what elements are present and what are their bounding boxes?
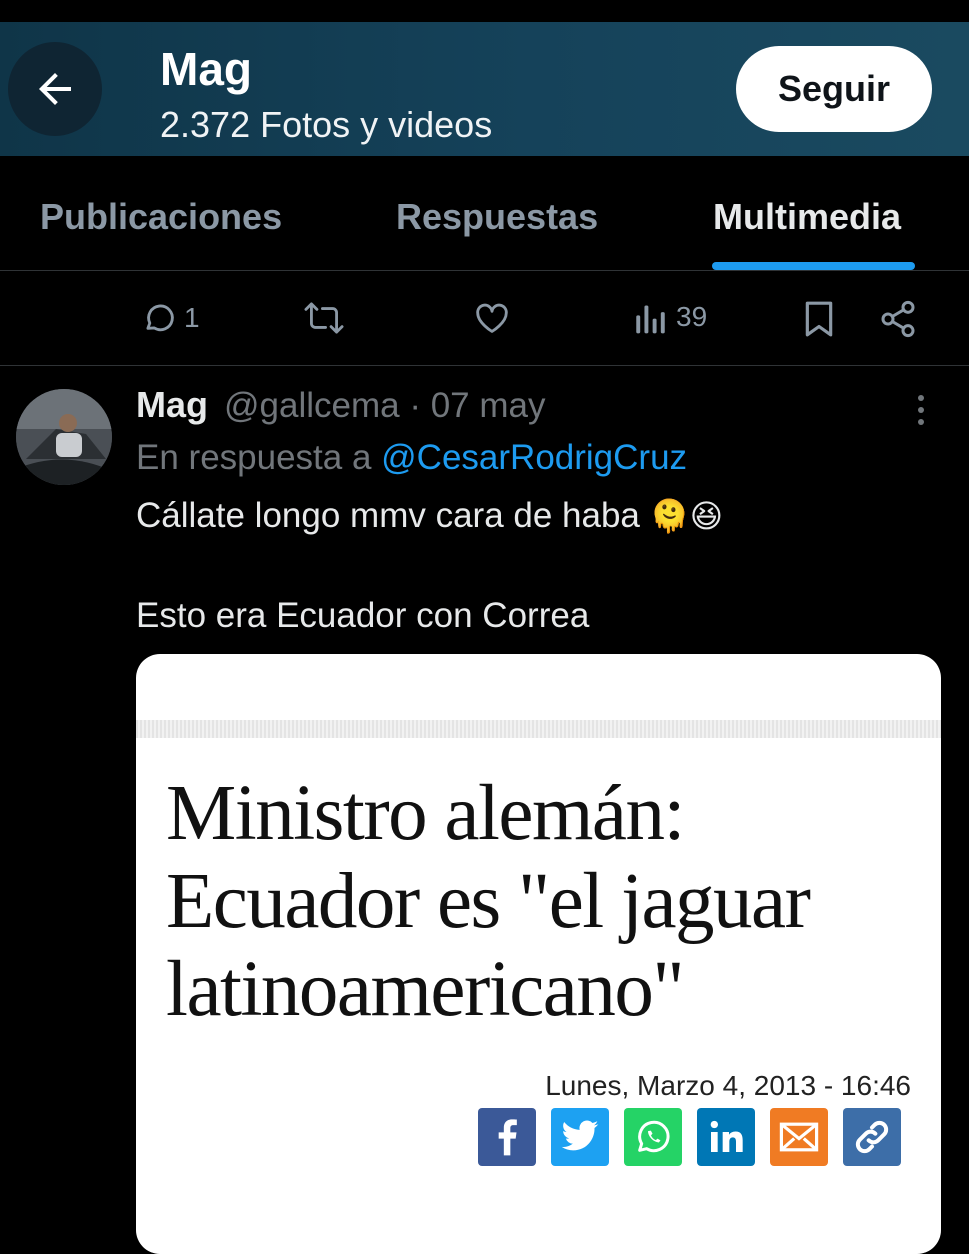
- more-options-button[interactable]: [905, 390, 937, 430]
- profile-name: Mag: [160, 43, 252, 95]
- article-share-buttons: [478, 1108, 901, 1166]
- twitter-icon: [551, 1108, 609, 1166]
- reply-mention-link[interactable]: @CesarRodrigCruz: [381, 438, 687, 477]
- tweet-author-name[interactable]: Mag: [136, 384, 208, 426]
- headline-line: Ecuador es "el jaguar: [166, 858, 811, 945]
- tab-publicaciones[interactable]: Publicaciones: [40, 196, 282, 238]
- linkedin-icon: [697, 1108, 755, 1166]
- views-icon: [636, 305, 665, 334]
- reply-icon: [146, 304, 174, 332]
- active-tab-indicator: [712, 262, 915, 270]
- avatar-image: [16, 389, 112, 485]
- follow-button[interactable]: Seguir: [736, 46, 932, 132]
- facebook-icon: [478, 1108, 536, 1166]
- reply-count: 1: [184, 302, 200, 333]
- arrow-left-icon: [39, 73, 71, 105]
- article-header-stripe: [136, 720, 941, 738]
- link-icon: [843, 1108, 901, 1166]
- retweet-button[interactable]: [302, 299, 346, 337]
- like-button[interactable]: [472, 299, 512, 337]
- whatsapp-icon: [624, 1108, 682, 1166]
- reply-button[interactable]: 1: [140, 299, 200, 337]
- heart-icon: [476, 303, 508, 333]
- back-button[interactable]: [8, 42, 102, 136]
- email-icon: [770, 1108, 828, 1166]
- tweet-emojis: 🫠😆: [649, 497, 724, 535]
- article-headline: Ministro alemán: Ecuador es "el jaguar l…: [166, 770, 926, 1034]
- tweet-text-line2: Esto era Ecuador con Correa: [136, 596, 590, 635]
- headline-line: latinoamericano": [166, 946, 685, 1033]
- retweet-icon: [304, 302, 344, 334]
- share-icon: [881, 300, 915, 338]
- bookmark-button[interactable]: [802, 299, 836, 339]
- profile-header: Mag 2.372 Fotos y videos Seguir: [0, 22, 969, 156]
- article-dateline: Lunes, Marzo 4, 2013 - 16:46: [545, 1070, 911, 1101]
- more-vertical-icon: [918, 395, 924, 425]
- tweet-media-image[interactable]: Ministro alemán: Ecuador es "el jaguar l…: [136, 654, 941, 1254]
- bookmark-icon: [805, 301, 833, 337]
- previous-tweet-actions: 1 39: [0, 271, 969, 366]
- tweet-text-line1: Cállate longo mmv cara de haba: [136, 496, 640, 535]
- media-count: 2.372 Fotos y videos: [160, 104, 493, 145]
- reply-prefix: En respuesta a: [136, 438, 382, 477]
- tab-respuestas[interactable]: Respuestas: [396, 196, 598, 238]
- views-button[interactable]: 39: [634, 299, 707, 335]
- headline-line: Ministro alemán:: [166, 770, 685, 857]
- views-count: 39: [676, 301, 708, 332]
- avatar[interactable]: [16, 389, 112, 485]
- tweet-text: Cállate longo mmv cara de haba 🫠😆: [136, 496, 723, 536]
- tab-multimedia[interactable]: Multimedia: [713, 196, 901, 238]
- tweet-author-handle[interactable]: @gallcema · 07 may: [224, 386, 545, 426]
- reply-context: En respuesta a @CesarRodrigCruz: [136, 438, 687, 478]
- profile-tabs: Publicaciones Respuestas Multimedia: [0, 156, 969, 271]
- status-bar: [0, 0, 969, 22]
- share-button[interactable]: [878, 299, 918, 339]
